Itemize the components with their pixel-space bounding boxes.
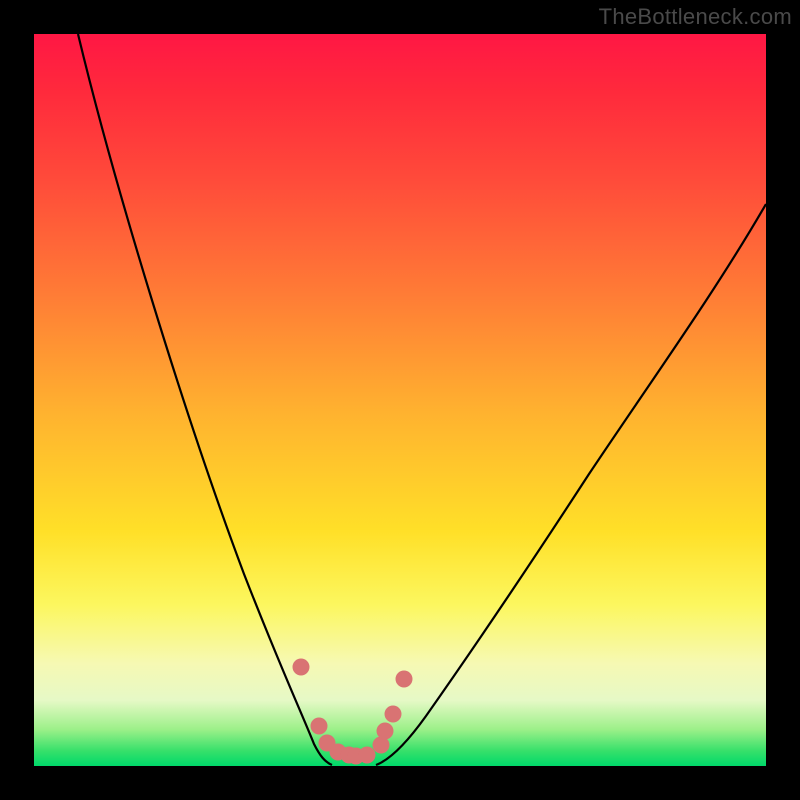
marker-dot: [377, 723, 394, 740]
curve-overlay: [34, 34, 766, 766]
marker-dot: [396, 671, 413, 688]
marker-dot: [293, 659, 310, 676]
left-curve: [78, 34, 332, 765]
plot-area: [34, 34, 766, 766]
right-curve: [376, 204, 766, 765]
marker-dot: [385, 706, 402, 723]
marker-dot: [311, 718, 328, 735]
marker-group: [293, 659, 413, 765]
marker-dot: [359, 747, 376, 764]
attribution-text: TheBottleneck.com: [599, 4, 792, 30]
chart-container: TheBottleneck.com: [0, 0, 800, 800]
